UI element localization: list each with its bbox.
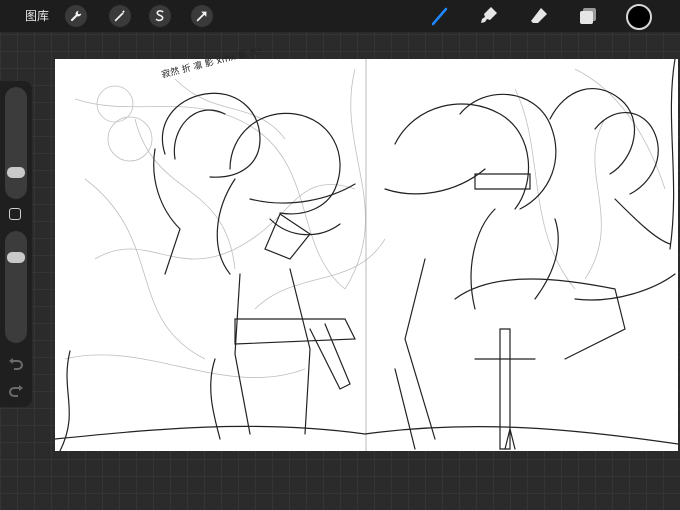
color-picker-button[interactable]: [626, 4, 652, 30]
gallery-button[interactable]: 图库: [25, 8, 49, 24]
magic-wand-icon[interactable]: [109, 5, 131, 27]
layers-icon[interactable]: [576, 4, 600, 28]
brush-size-thumb[interactable]: [7, 166, 25, 178]
brush-size-slider[interactable]: [5, 87, 27, 199]
left-sidebar: [0, 81, 32, 407]
wrench-icon[interactable]: [65, 5, 87, 27]
opacity-thumb[interactable]: [7, 252, 25, 264]
square-modifier-icon[interactable]: [9, 208, 21, 220]
sketch-artwork: [55, 59, 678, 451]
eraser-icon[interactable]: [527, 4, 551, 28]
brush-icon[interactable]: [428, 4, 452, 28]
redo-icon[interactable]: [8, 384, 24, 398]
drawing-canvas[interactable]: [55, 59, 678, 451]
smudge-icon[interactable]: [477, 4, 501, 28]
top-toolbar: 图库: [0, 0, 680, 32]
undo-icon[interactable]: [8, 357, 24, 371]
transform-arrow-icon[interactable]: [191, 5, 213, 27]
selection-icon[interactable]: [149, 5, 171, 27]
opacity-slider[interactable]: [5, 231, 27, 343]
